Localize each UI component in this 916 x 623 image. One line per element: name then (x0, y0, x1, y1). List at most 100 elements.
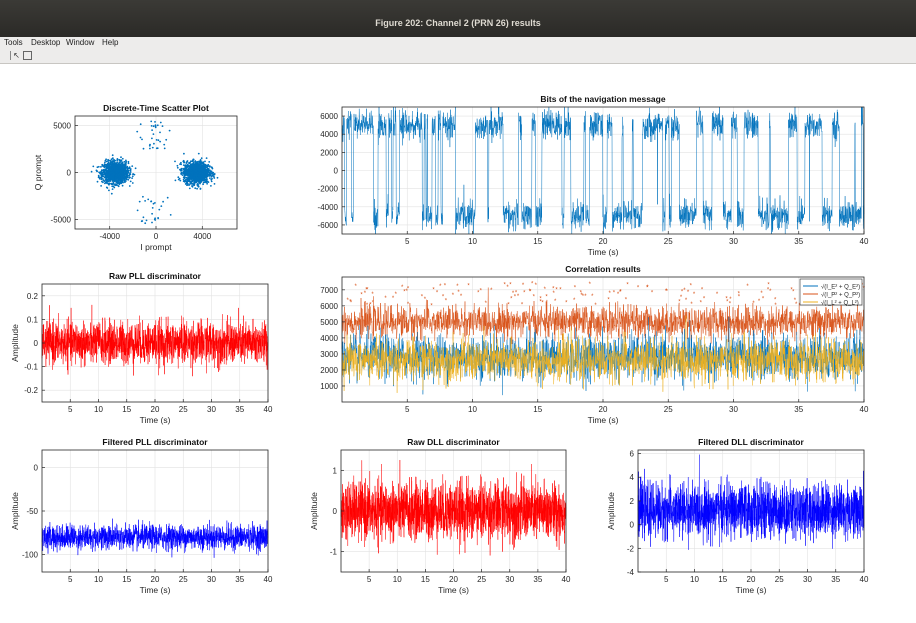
corr-xtick-label: 20 (599, 405, 608, 414)
filtered_pll-xtick-label: 30 (207, 575, 216, 584)
scatter-point (210, 185, 212, 187)
scatter-point (176, 164, 179, 167)
scatter-title: Discrete-Time Scatter Plot (103, 103, 209, 113)
scatter-point (193, 178, 196, 181)
scatter-point (128, 177, 131, 179)
scatter-point (183, 152, 185, 155)
menu-help[interactable]: Help (102, 38, 118, 47)
scatter-point (126, 168, 129, 171)
scatter-point (182, 159, 185, 162)
scatter-point (156, 124, 159, 127)
scatter-point (151, 221, 153, 224)
scatter-point (210, 178, 213, 181)
scatter-point (194, 187, 197, 190)
nav-xtick-label: 15 (533, 237, 542, 246)
scatter-point (139, 136, 142, 139)
scatter-point (131, 182, 134, 184)
filtered_dll-xlabel: Time (s) (736, 585, 767, 595)
scatter-point (206, 182, 209, 185)
scatter-point (189, 161, 191, 164)
raw_pll-xtick-label: 30 (207, 405, 216, 414)
scatter-point (166, 196, 169, 199)
scatter-point (120, 178, 123, 180)
toggle-icon[interactable] (1, 51, 11, 60)
scatter-point (158, 208, 161, 211)
scatter-point (125, 177, 127, 179)
scatter-point (127, 160, 130, 163)
menu-tools[interactable]: Tools (4, 38, 23, 47)
raw_dll-ytick-label: 0 (333, 507, 338, 516)
scatter-point (134, 167, 137, 170)
scatter-point (174, 179, 177, 182)
corr-ytick-label: 4000 (320, 334, 338, 343)
layout-icon[interactable] (23, 51, 32, 60)
scatter-point (153, 142, 155, 145)
scatter-point (120, 174, 122, 177)
scatter-point (168, 129, 171, 132)
scatter-point (100, 172, 103, 175)
scatter-point (101, 180, 103, 183)
scatter-point (112, 175, 115, 177)
scatter-point (197, 161, 200, 163)
window-title-bar: Figure 202: Channel 2 (PRN 26) results (0, 0, 916, 37)
scatter-point (184, 178, 187, 181)
scatter-point (189, 180, 192, 183)
scatter-point (182, 172, 185, 175)
corr-xtick-label: 10 (468, 405, 477, 414)
scatter-point (121, 184, 124, 187)
scatter-point (133, 173, 136, 176)
scatter-point (154, 202, 156, 204)
scatter-point (127, 178, 130, 181)
nav-xlabel: Time (s) (588, 247, 619, 257)
corr-legend: √(I_E² + Q_E²)√(I_P² + Q_P²)√(I_L² + Q_L… (799, 278, 863, 307)
scatter-ytick-label: 5000 (53, 121, 71, 130)
scatter-point (180, 163, 183, 166)
pointer-icon[interactable]: ↖ (12, 51, 21, 60)
raw_pll-ytick-label: 0 (34, 339, 39, 348)
filtered_dll-xtick-label: 30 (803, 575, 812, 584)
scatter-point (209, 177, 211, 180)
scatter-point (109, 180, 112, 182)
filtered_pll-ytick-label: -100 (22, 551, 39, 560)
scatter-point (159, 131, 161, 134)
corr-xtick-label: 15 (533, 405, 542, 414)
scatter-point (110, 161, 113, 164)
scatter-xtick-label: 0 (154, 232, 159, 241)
scatter-point (114, 177, 117, 180)
scatter-point (150, 200, 152, 203)
scatter-point (151, 137, 153, 140)
scatter-point (185, 168, 188, 170)
filtered_dll-ytick-label: 6 (630, 450, 635, 459)
scatter-point (119, 170, 122, 172)
scatter-point (190, 179, 193, 181)
scatter-point (200, 181, 202, 183)
nav-xtick-label: 30 (729, 237, 738, 246)
scatter-point (195, 171, 198, 173)
scatter-point (139, 123, 142, 126)
scatter-point (169, 214, 172, 216)
scatter-point (202, 181, 205, 184)
corr-legend-label: √(I_L² + Q_L²) (821, 300, 859, 307)
menu-window[interactable]: Window (66, 38, 94, 47)
scatter-point (204, 176, 207, 178)
scatter-point (106, 167, 109, 170)
scatter-point (106, 180, 109, 183)
scatter-point (101, 165, 104, 167)
scatter-point (117, 170, 120, 173)
raw_dll-xtick-label: 40 (562, 575, 571, 584)
scatter-point (109, 165, 112, 168)
filtered_pll-xtick-label: 35 (235, 575, 244, 584)
scatter-point (201, 172, 204, 175)
scatter-point (177, 176, 180, 179)
nav-ytick-label: 4000 (320, 130, 338, 139)
scatter-point (141, 138, 143, 141)
scatter-point (188, 174, 191, 176)
scatter-point (115, 183, 117, 186)
menu-desktop[interactable]: Desktop (31, 38, 60, 47)
scatter-point (212, 174, 214, 177)
scatter-point (151, 129, 154, 131)
scatter-point (138, 200, 141, 203)
scatter-point (141, 220, 144, 222)
raw_pll-title: Raw PLL discriminator (109, 271, 202, 281)
scatter-point (105, 164, 108, 167)
